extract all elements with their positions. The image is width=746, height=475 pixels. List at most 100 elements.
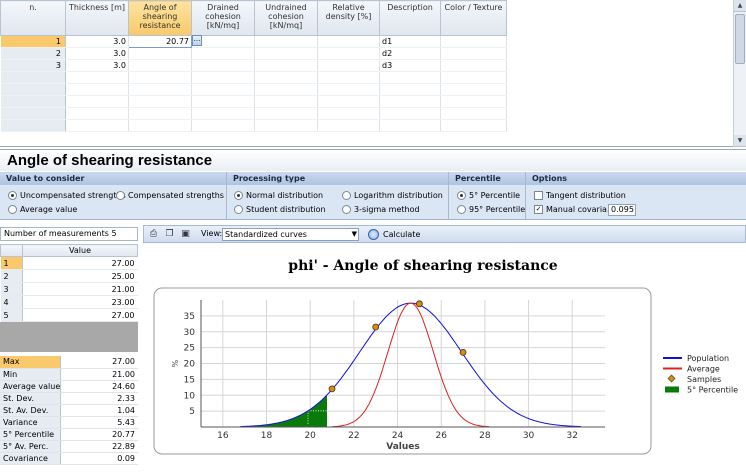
vertical-scrollbar[interactable]: ▲ ▼ — [733, 0, 746, 147]
undrained-cell[interactable] — [254, 59, 318, 72]
table-row[interactable]: 5° Av. Perc. 22.89 — [0, 440, 138, 453]
drained-cell[interactable] — [191, 47, 255, 60]
table-row[interactable]: Min 21.00 — [0, 368, 138, 381]
radio-selected-icon[interactable] — [234, 191, 243, 200]
table-row[interactable]: 3 21.00 — [0, 282, 138, 296]
density-cell[interactable] — [317, 35, 380, 48]
measurement-value[interactable]: 27.00 — [22, 308, 138, 322]
undrained-cell[interactable] — [254, 35, 318, 48]
average-value-radio[interactable]: Average value — [8, 205, 77, 214]
print-preview-icon[interactable]: ⎙ — [148, 229, 159, 240]
table-row[interactable]: Covariance 0.09 — [0, 452, 138, 465]
row-number: 4 — [0, 295, 23, 309]
empty-table-area — [0, 322, 138, 352]
radio-selected-icon[interactable] — [8, 191, 17, 200]
col-value[interactable]: Value — [22, 244, 138, 257]
thickness-cell[interactable]: 3.0 — [65, 35, 129, 48]
scroll-thumb[interactable] — [735, 14, 745, 64]
table-row[interactable]: 2 3.0 d2 — [0, 47, 507, 60]
angle-cell[interactable] — [128, 47, 192, 60]
density-cell[interactable] — [317, 47, 380, 60]
stat-label: Min — [0, 368, 62, 381]
checkbox-icon[interactable] — [534, 191, 543, 200]
radio-icon[interactable] — [342, 205, 351, 214]
thickness-cell[interactable]: 3.0 — [65, 47, 129, 60]
color-cell[interactable] — [440, 59, 507, 72]
radio-icon[interactable] — [234, 205, 243, 214]
calculate-button[interactable]: Calculate — [368, 228, 420, 241]
stat-value: 5.43 — [60, 416, 138, 429]
table-row[interactable]: 3 3.0 d3 — [0, 59, 507, 72]
table-row[interactable]: 1 3.0 20.77... d1 — [0, 35, 507, 48]
table-row[interactable]: Max 27.00 — [0, 356, 138, 369]
chevron-down-icon[interactable]: ▼ — [352, 229, 357, 240]
option-label: 3-sigma method — [354, 205, 420, 214]
table-row[interactable]: St. Dev. 2.33 — [0, 392, 138, 405]
sample-point — [372, 323, 380, 331]
measurement-value[interactable]: 25.00 — [22, 269, 138, 283]
checkbox-checked-icon[interactable]: ✓ — [534, 205, 543, 214]
ninety-fifth-percentile-radio[interactable]: 95° Percentile — [457, 205, 525, 214]
table-row[interactable]: Average value 24.60 — [0, 380, 138, 393]
measurement-value[interactable]: 21.00 — [22, 282, 138, 296]
scroll-down-icon[interactable]: ▼ — [734, 135, 746, 147]
number-of-measurements[interactable]: Number of measurements 5 — [0, 227, 138, 241]
angle-cell-editing[interactable]: 20.77... — [128, 35, 202, 48]
ellipsis-button[interactable]: ... — [192, 35, 202, 46]
scroll-up-icon[interactable]: ▲ — [734, 0, 746, 12]
uncompensated-radio[interactable]: Uncompensated strengths — [8, 191, 126, 200]
tangent-distribution-checkbox[interactable]: Tangent distribution — [534, 191, 626, 200]
logarithm-distribution-radio[interactable]: Logarithm distribution — [342, 191, 443, 200]
student-distribution-radio[interactable]: Student distribution — [234, 205, 326, 214]
measurement-value[interactable]: 23.00 — [22, 295, 138, 309]
stat-label: Average value — [0, 380, 62, 393]
compensated-radio[interactable]: Compensated strengths — [116, 191, 224, 200]
col-undrained-cohesion[interactable]: Undrained cohesion [kN/mq] — [254, 0, 318, 36]
option-label: Logarithm distribution — [354, 191, 443, 200]
save-icon[interactable]: ▣ — [180, 229, 191, 240]
radio-icon[interactable] — [8, 205, 17, 214]
description-cell[interactable]: d1 — [379, 35, 441, 48]
stat-label: Variance — [0, 416, 62, 429]
fifth-percentile-radio[interactable]: 5° Percentile — [457, 191, 520, 200]
group-title: Options — [526, 172, 746, 185]
angle-value[interactable]: 20.77 — [166, 37, 189, 46]
col-description[interactable]: Description — [379, 0, 441, 36]
covariance-input[interactable]: 0.095 — [608, 204, 636, 216]
table-row[interactable]: 4 23.00 — [0, 295, 138, 309]
x-tick-label: 22 — [348, 431, 359, 441]
normal-distribution-radio[interactable]: Normal distribution — [234, 191, 323, 200]
drained-cell[interactable] — [191, 59, 255, 72]
radio-icon[interactable] — [457, 205, 466, 214]
undrained-cell[interactable] — [254, 47, 318, 60]
col-angle[interactable]: Angle of shearing resistance — [128, 0, 192, 36]
view-select[interactable]: Standardized curves ▼ — [222, 228, 359, 241]
color-cell[interactable] — [440, 47, 507, 60]
thickness-cell[interactable]: 3.0 — [65, 59, 129, 72]
radio-icon[interactable] — [116, 191, 125, 200]
three-sigma-radio[interactable]: 3-sigma method — [342, 205, 420, 214]
copy-icon[interactable]: ❐ — [164, 229, 175, 240]
col-thickness[interactable]: Thickness [m] — [65, 0, 129, 36]
col-n[interactable]: n. — [0, 0, 66, 36]
angle-cell[interactable] — [128, 59, 192, 72]
table-row[interactable]: 5° Percentile 20.77 — [0, 428, 138, 441]
description-cell[interactable]: d2 — [379, 47, 441, 60]
table-row[interactable]: Variance 5.43 — [0, 416, 138, 429]
table-row[interactable]: St. Av. Dev. 1.04 — [0, 404, 138, 417]
col-drained-cohesion[interactable]: Drained cohesion [kN/mq] — [191, 0, 255, 36]
manual-covariance-checkbox[interactable]: ✓ Manual covaria... — [534, 205, 615, 214]
table-row[interactable]: 5 27.00 — [0, 308, 138, 322]
measurement-value[interactable]: 27.00 — [22, 256, 138, 270]
y-tick-label: 20 — [184, 360, 196, 370]
col-relative-density[interactable]: Relative density [%] — [317, 0, 380, 36]
radio-icon[interactable] — [342, 191, 351, 200]
col-color-texture[interactable]: Color / Texture — [440, 0, 507, 36]
table-row[interactable]: 1 27.00 — [0, 256, 138, 270]
table-row[interactable]: 2 25.00 — [0, 269, 138, 283]
statistics-table: Max 27.00 Min 21.00 Average value 24.60 St. De… — [0, 356, 138, 465]
radio-selected-icon[interactable] — [457, 191, 466, 200]
density-cell[interactable] — [317, 59, 380, 72]
color-cell[interactable] — [440, 35, 507, 48]
description-cell[interactable]: d3 — [379, 59, 441, 72]
